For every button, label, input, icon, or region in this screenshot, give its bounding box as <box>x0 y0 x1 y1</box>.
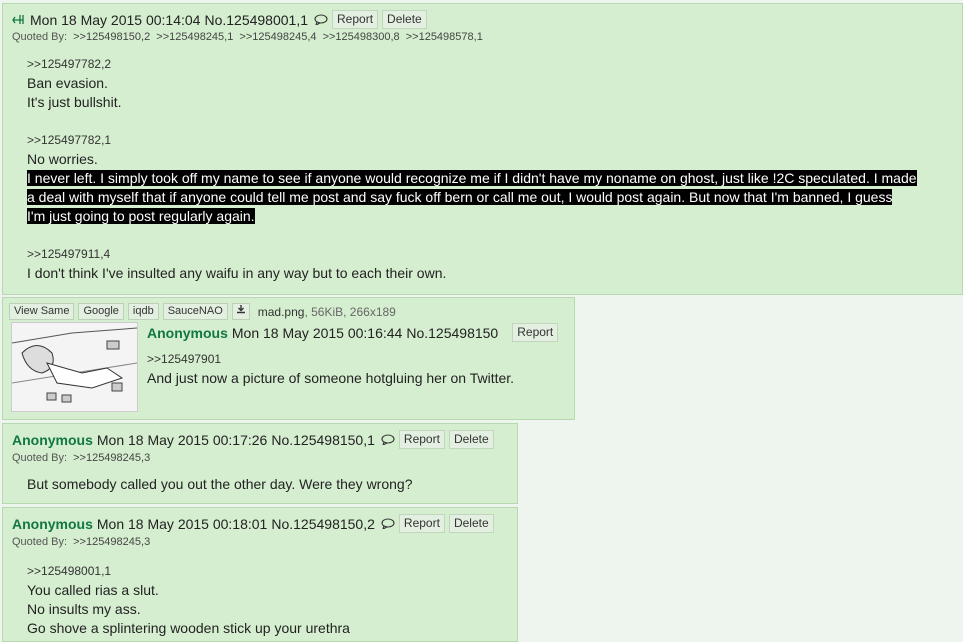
poster-name: Anonymous <box>147 324 228 341</box>
file-meta: , 56KiB, 266x189 <box>304 304 396 319</box>
iqdb-button[interactable]: iqdb <box>127 303 159 320</box>
text-line: You called rias a slut. <box>27 582 159 598</box>
text-line: Ban evasion. <box>27 75 108 91</box>
poster-name: Anonymous <box>12 515 93 532</box>
report-button[interactable]: Report <box>398 514 445 533</box>
selected-text-line: I'm just going to post regularly again. <box>27 208 255 224</box>
quoted-by: Quoted By: >>125498245,3 <box>12 452 150 464</box>
post-header: Anonymous Mon 18 May 2015 00:17:26 No.12… <box>12 430 494 449</box>
quote-link[interactable]: >>125497911,4 <box>27 245 962 264</box>
post-125498150: View Same Google iqdb SauceNAO mad.png ,… <box>2 297 575 420</box>
post-body: But somebody called you out the other da… <box>27 475 507 494</box>
saucenao-button[interactable]: SauceNAO <box>162 303 228 320</box>
post-125498150-1: Anonymous Mon 18 May 2015 00:17:26 No.12… <box>2 423 518 504</box>
quote-link[interactable]: >>125497782,2 <box>27 55 962 74</box>
text-line: I don't think I've insulted any waifu in… <box>27 265 447 281</box>
delete-button[interactable]: Delete <box>448 430 494 449</box>
quoted-by-link[interactable]: >>125498245,1 <box>156 31 233 43</box>
quoted-by-link[interactable]: >>125498300,8 <box>323 31 400 43</box>
text-line: And just now a picture of someone hotglu… <box>147 370 515 386</box>
post-header: Anonymous Mon 18 May 2015 00:18:01 No.12… <box>12 514 494 533</box>
post-datetime: Mon 18 May 2015 00:16:44 <box>231 324 403 341</box>
selected-text-line: I never left. I simply took off my name … <box>27 170 917 186</box>
quote-link[interactable]: >>125498001,1 <box>27 562 507 581</box>
post-body: >>125497901 And just now a picture of so… <box>147 350 567 388</box>
poster-name: Anonymous <box>12 431 93 448</box>
quoted-by-link[interactable]: >>125498245,4 <box>239 31 316 43</box>
post-number[interactable]: No.125498001,1 <box>204 12 308 28</box>
quote-link[interactable]: >>125497782,1 <box>27 131 962 150</box>
post-header: Anonymous Mon 18 May 2015 00:16:44 No.12… <box>147 323 559 342</box>
post-125498001-1: Mon 18 May 2015 00:14:04 No.125498001,1 … <box>2 3 963 295</box>
delete-button[interactable]: Delete <box>382 10 427 29</box>
post-125498150-2: Anonymous Mon 18 May 2015 00:18:01 No.12… <box>2 507 518 642</box>
post-body: >>125497782,2 Ban evasion. It's just bul… <box>27 55 962 283</box>
download-button[interactable] <box>231 303 250 320</box>
quoted-by: Quoted By: >>125498150,2 >>125498245,1 >… <box>12 31 483 43</box>
text-line: It's just bullshit. <box>27 94 122 110</box>
file-toolbar: View Same Google iqdb SauceNAO mad.png ,… <box>9 303 396 320</box>
google-button[interactable]: Google <box>78 303 124 320</box>
report-button[interactable]: Report <box>332 10 379 29</box>
reply-arrow-icon[interactable] <box>12 14 26 25</box>
speech-bubble-icon[interactable] <box>314 14 328 25</box>
report-button[interactable]: Report <box>398 430 445 449</box>
quoted-by-link[interactable]: >>125498245,3 <box>73 452 150 464</box>
post-header: Mon 18 May 2015 00:14:04 No.125498001,1 … <box>12 10 427 29</box>
thumbnail-image[interactable] <box>11 322 138 412</box>
quoted-by-link[interactable]: >>125498578,1 <box>406 31 483 43</box>
delete-button[interactable]: Delete <box>448 514 494 533</box>
text-line: Go shove a splintering wooden stick up y… <box>27 620 350 636</box>
quoted-by: Quoted By: >>125498245,3 <box>12 536 150 548</box>
text-line: No insults my ass. <box>27 601 141 617</box>
text-line: But somebody called you out the other da… <box>27 476 413 492</box>
post-datetime: Mon 18 May 2015 00:18:01 <box>96 515 268 532</box>
post-body: >>125498001,1 You called rias a slut. No… <box>27 562 507 638</box>
quoted-by-label: Quoted By: <box>12 536 68 548</box>
quoted-by-link[interactable]: >>125498245,3 <box>73 536 150 548</box>
quoted-by-link[interactable]: >>125498150,2 <box>73 31 150 43</box>
manga-thumbnail <box>11 323 138 411</box>
post-number[interactable]: No.125498150,1 <box>271 432 375 448</box>
quoted-by-label: Quoted By: <box>12 31 68 43</box>
quoted-by-label: Quoted By: <box>12 452 68 464</box>
post-datetime: Mon 18 May 2015 00:14:04 <box>30 11 201 28</box>
speech-bubble-icon[interactable] <box>381 434 395 445</box>
selected-text-line: a deal with myself that if anyone could … <box>27 189 893 205</box>
post-number[interactable]: No.125498150 <box>406 325 498 341</box>
speech-bubble-icon[interactable] <box>381 518 395 529</box>
text-line: No worries. <box>27 151 98 167</box>
download-icon <box>236 305 245 314</box>
file-name[interactable]: mad.png <box>258 305 305 319</box>
post-number[interactable]: No.125498150,2 <box>271 516 375 532</box>
post-datetime: Mon 18 May 2015 00:17:26 <box>96 431 268 448</box>
quote-link[interactable]: >>125497901 <box>147 350 567 369</box>
view-same-button[interactable]: View Same <box>9 303 75 320</box>
report-button[interactable]: Report <box>512 323 559 342</box>
